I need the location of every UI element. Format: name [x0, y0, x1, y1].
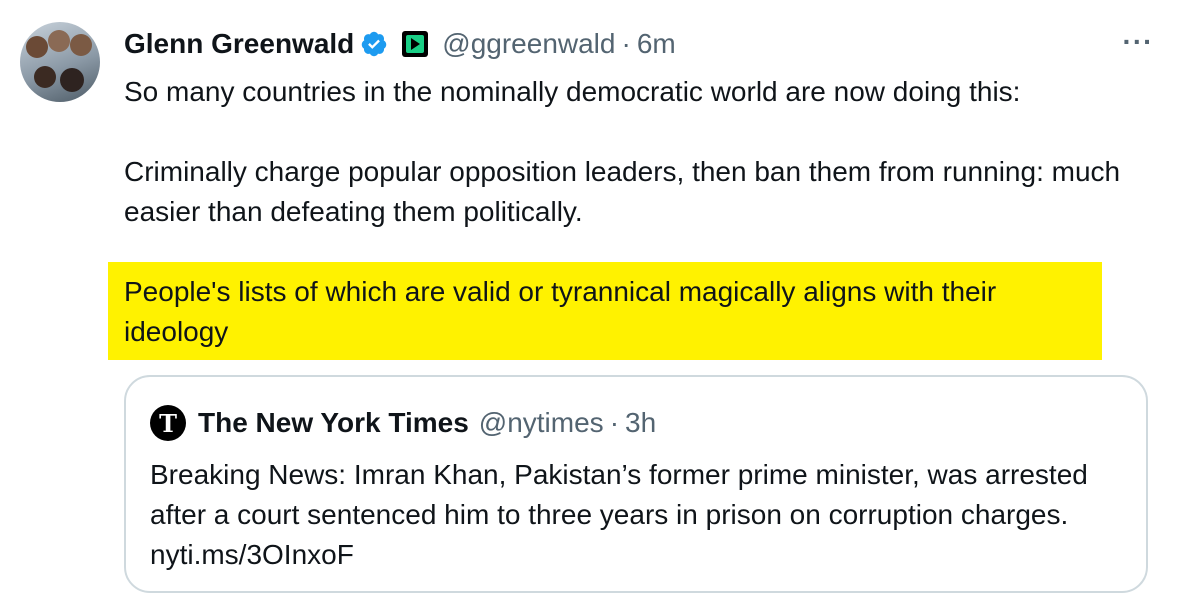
affiliate-badge-icon[interactable] [402, 31, 429, 57]
tweet-timestamp[interactable]: 6m [637, 28, 676, 60]
avatar-person [34, 66, 56, 88]
avatar-person [48, 30, 70, 52]
quoted-author-name: The New York Times [198, 407, 469, 438]
avatar-person [60, 68, 84, 92]
author-handle[interactable]: @ggreenwald [442, 28, 615, 60]
nyt-logo-icon: T [150, 405, 186, 441]
quoted-tweet-card[interactable]: T The New York Times @nytimes · 3h Break… [124, 375, 1148, 593]
tweet-paragraph-2: Criminally charge popular opposition lea… [124, 156, 1121, 227]
highlighted-caption: People's lists of which are valid or tyr… [124, 276, 997, 347]
author-name[interactable]: Glenn Greenwald [124, 28, 354, 60]
avatar-person [26, 36, 48, 58]
more-options-icon[interactable]: ··· [1118, 22, 1158, 62]
quoted-timestamp: 3h [625, 407, 657, 438]
tweet-paragraph-1: So many countries in the nominally democ… [124, 76, 1021, 107]
avatar-person [70, 34, 92, 56]
quoted-tweet-header: T The New York Times @nytimes · 3h [150, 405, 656, 441]
quoted-author-handle: @nytimes [478, 407, 604, 438]
separator-dot: · [621, 28, 631, 59]
verified-badge-icon[interactable] [360, 30, 388, 58]
avatar[interactable] [20, 22, 100, 102]
tweet-header: Glenn Greenwald @ggreenwald · 6m [124, 24, 1182, 64]
quoted-tweet-text: Breaking News: Imran Khan, Pakistan’s fo… [150, 459, 1088, 570]
separator-dot: · [609, 407, 620, 438]
